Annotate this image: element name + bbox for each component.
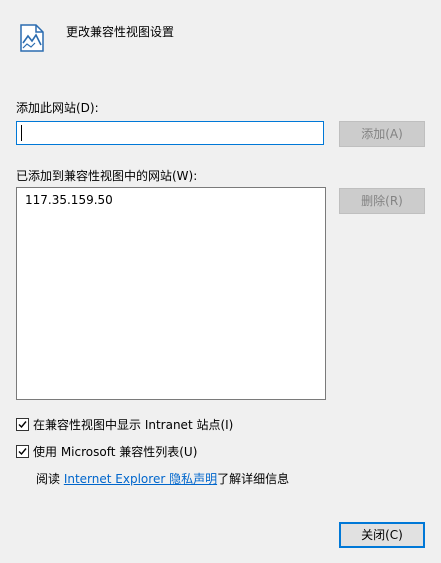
remove-button[interactable]: 删除(R) bbox=[339, 188, 425, 214]
add-site-label: 添加此网站(D): bbox=[16, 101, 99, 115]
checkmark-icon bbox=[18, 421, 27, 429]
privacy-prefix: 阅读 bbox=[36, 472, 64, 486]
dialog-title: 更改兼容性视图设置 bbox=[66, 25, 175, 39]
ms-list-checkbox-label[interactable]: 使用 Microsoft 兼容性列表(U) bbox=[33, 444, 197, 460]
add-button[interactable]: 添加(A) bbox=[339, 121, 425, 147]
close-button[interactable]: 关闭(C) bbox=[339, 522, 425, 548]
compat-view-document-icon bbox=[17, 23, 47, 53]
compat-view-settings-dialog: 更改兼容性视图设置 添加此网站(D): 添加(A) 已添加到兼容性视图中的网站(… bbox=[0, 0, 441, 563]
text-cursor bbox=[21, 125, 22, 141]
add-site-input[interactable] bbox=[16, 121, 324, 145]
intranet-checkbox-label[interactable]: 在兼容性视图中显示 Intranet 站点(I) bbox=[33, 417, 233, 433]
checkmark-icon bbox=[18, 448, 27, 456]
intranet-checkbox[interactable] bbox=[16, 418, 29, 431]
privacy-link[interactable]: Internet Explorer 隐私声明 bbox=[64, 472, 217, 486]
privacy-suffix: 了解详细信息 bbox=[217, 472, 290, 486]
site-listbox[interactable]: 117.35.159.50 bbox=[16, 187, 326, 400]
privacy-statement: 阅读 Internet Explorer 隐私声明了解详细信息 bbox=[36, 471, 289, 487]
ms-list-checkbox[interactable] bbox=[16, 445, 29, 458]
site-list-label: 已添加到兼容性视图中的网站(W): bbox=[16, 169, 198, 183]
list-item[interactable]: 117.35.159.50 bbox=[25, 192, 113, 208]
